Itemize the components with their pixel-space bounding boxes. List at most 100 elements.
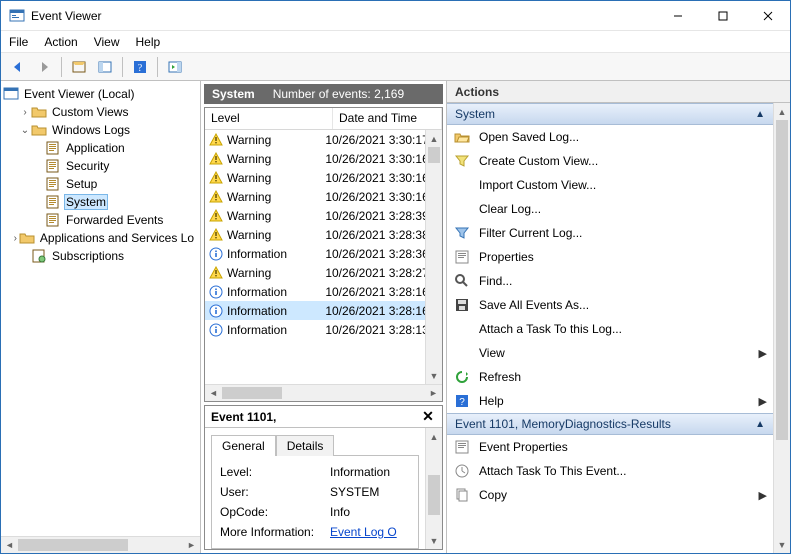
scroll-up-icon[interactable]: ▲ <box>774 103 790 120</box>
event-row[interactable]: Information10/26/2021 3:28:13 <box>205 320 425 339</box>
scroll-thumb[interactable] <box>428 147 440 163</box>
event-row[interactable]: Information10/26/2021 3:28:36 <box>205 244 425 263</box>
scroll-up-icon[interactable]: ▲ <box>426 130 442 147</box>
show-hide-tree-button[interactable] <box>68 56 90 78</box>
nav-tree[interactable]: Event Viewer (Local) ›Custom Views⌄Windo… <box>1 81 200 536</box>
event-datetime: 10/26/2021 3:28:39 <box>321 209 425 223</box>
events-pane-header: System Number of events: 2,169 <box>204 84 443 104</box>
tree-item[interactable]: Forwarded Events <box>1 211 200 229</box>
tab-details[interactable]: Details <box>276 435 335 456</box>
scroll-down-icon[interactable]: ▼ <box>426 367 442 384</box>
action-item[interactable]: Refresh <box>447 365 773 389</box>
maximize-button[interactable] <box>700 1 745 30</box>
scroll-thumb[interactable] <box>428 475 440 515</box>
expander-icon[interactable]: ⌄ <box>19 125 31 136</box>
menu-action[interactable]: Action <box>44 35 77 49</box>
scroll-left-icon[interactable]: ◄ <box>1 537 18 553</box>
actions-vscrollbar[interactable]: ▲ ▼ <box>773 103 790 553</box>
action-item[interactable]: Find... <box>447 269 773 293</box>
tab-general[interactable]: General <box>211 435 276 456</box>
minimize-button[interactable] <box>655 1 700 30</box>
action-item[interactable]: Copy▶ <box>447 483 773 507</box>
action-item[interactable]: Clear Log... <box>447 197 773 221</box>
action-pane-button[interactable] <box>164 56 186 78</box>
expander-icon[interactable]: › <box>12 233 19 244</box>
event-level: Information <box>227 323 287 337</box>
action-item[interactable]: Attach a Task To this Log... <box>447 317 773 341</box>
expander-icon[interactable]: › <box>19 107 31 118</box>
scroll-thumb[interactable] <box>776 120 788 440</box>
action-item[interactable]: Event Properties <box>447 435 773 459</box>
tree-root[interactable]: Event Viewer (Local) <box>1 85 200 103</box>
events-hscrollbar[interactable]: ◄ ► <box>205 384 442 401</box>
tree-item[interactable]: Application <box>1 139 200 157</box>
panel-layout-button[interactable] <box>94 56 116 78</box>
event-level: Warning <box>227 266 271 280</box>
tree-item[interactable]: ›Custom Views <box>1 103 200 121</box>
event-row[interactable]: Information10/26/2021 3:28:16 <box>205 301 425 320</box>
tree-item[interactable]: Setup <box>1 175 200 193</box>
app-window: Event Viewer File Action View Help ? <box>0 0 791 554</box>
help-button[interactable]: ? <box>129 56 151 78</box>
event-row[interactable]: Warning10/26/2021 3:28:39 <box>205 206 425 225</box>
tree-item[interactable]: Subscriptions <box>1 247 200 265</box>
props-icon <box>453 248 471 266</box>
scroll-down-icon[interactable]: ▼ <box>774 536 790 553</box>
tree-item[interactable]: System <box>1 193 200 211</box>
action-item[interactable]: Properties <box>447 245 773 269</box>
scroll-left-icon[interactable]: ◄ <box>205 385 222 401</box>
event-row[interactable]: Warning10/26/2021 3:28:27 <box>205 263 425 282</box>
scroll-thumb[interactable] <box>18 539 128 551</box>
event-datetime: 10/26/2021 3:28:38 <box>321 228 425 242</box>
event-row[interactable]: Warning10/26/2021 3:30:17 <box>205 130 425 149</box>
event-datetime: 10/26/2021 3:30:17 <box>321 133 425 147</box>
scroll-down-icon[interactable]: ▼ <box>426 532 442 549</box>
action-item[interactable]: Filter Current Log... <box>447 221 773 245</box>
detail-vscrollbar[interactable]: ▲ ▼ <box>425 428 442 549</box>
tree-item[interactable]: Security <box>1 157 200 175</box>
action-item[interactable]: View▶ <box>447 341 773 365</box>
detail-field-value: SYSTEM <box>330 485 379 499</box>
nav-hscrollbar[interactable]: ◄ ► <box>1 536 200 553</box>
blank-icon <box>453 344 471 362</box>
warn-icon <box>209 133 223 147</box>
action-item[interactable]: Create Custom View... <box>447 149 773 173</box>
events-rows[interactable]: Warning10/26/2021 3:30:17Warning10/26/20… <box>205 130 425 384</box>
event-level: Warning <box>227 190 271 204</box>
action-item[interactable]: Save All Events As... <box>447 293 773 317</box>
menu-help[interactable]: Help <box>136 35 161 49</box>
scroll-thumb[interactable] <box>222 387 282 399</box>
action-label: Clear Log... <box>479 202 541 216</box>
event-row[interactable]: Warning 10/26/2021 3:28:38 <box>205 225 425 244</box>
menu-view[interactable]: View <box>94 35 120 49</box>
scroll-right-icon[interactable]: ► <box>425 385 442 401</box>
events-vscrollbar[interactable]: ▲ ▼ <box>425 130 442 384</box>
action-label: View <box>479 346 505 360</box>
close-button[interactable] <box>745 1 790 30</box>
forward-button[interactable] <box>33 56 55 78</box>
actions-group-system[interactable]: System ▲ <box>447 103 773 125</box>
back-button[interactable] <box>7 56 29 78</box>
scroll-up-icon[interactable]: ▲ <box>426 428 442 445</box>
event-row[interactable]: Warning10/26/2021 3:30:16 <box>205 149 425 168</box>
event-row[interactable]: Information10/26/2021 3:28:16 <box>205 282 425 301</box>
action-item[interactable]: Open Saved Log... <box>447 125 773 149</box>
close-detail-button[interactable]: ✕ <box>420 408 436 425</box>
col-header-level[interactable]: Level <box>205 108 333 129</box>
action-item[interactable]: Attach Task To This Event... <box>447 459 773 483</box>
svg-text:?: ? <box>138 63 143 74</box>
tree-item[interactable]: ›Applications and Services Lo <box>1 229 200 247</box>
event-row[interactable]: Warning10/26/2021 3:30:16 <box>205 168 425 187</box>
scroll-right-icon[interactable]: ► <box>183 537 200 553</box>
action-item[interactable]: ?Help▶ <box>447 389 773 413</box>
detail-more-info-link[interactable]: Event Log O <box>330 525 397 539</box>
event-datetime: 10/26/2021 3:30:16 <box>321 152 425 166</box>
event-row[interactable]: Warning10/26/2021 3:30:16 <box>205 187 425 206</box>
event-level: Warning <box>227 228 271 242</box>
col-header-datetime[interactable]: Date and Time <box>333 108 442 129</box>
tree-item[interactable]: ⌄Windows Logs <box>1 121 200 139</box>
menu-file[interactable]: File <box>9 35 28 49</box>
subs-icon <box>31 248 47 264</box>
actions-group-event[interactable]: Event 1101, MemoryDiagnostics-Results ▲ <box>447 413 773 435</box>
action-item[interactable]: Import Custom View... <box>447 173 773 197</box>
